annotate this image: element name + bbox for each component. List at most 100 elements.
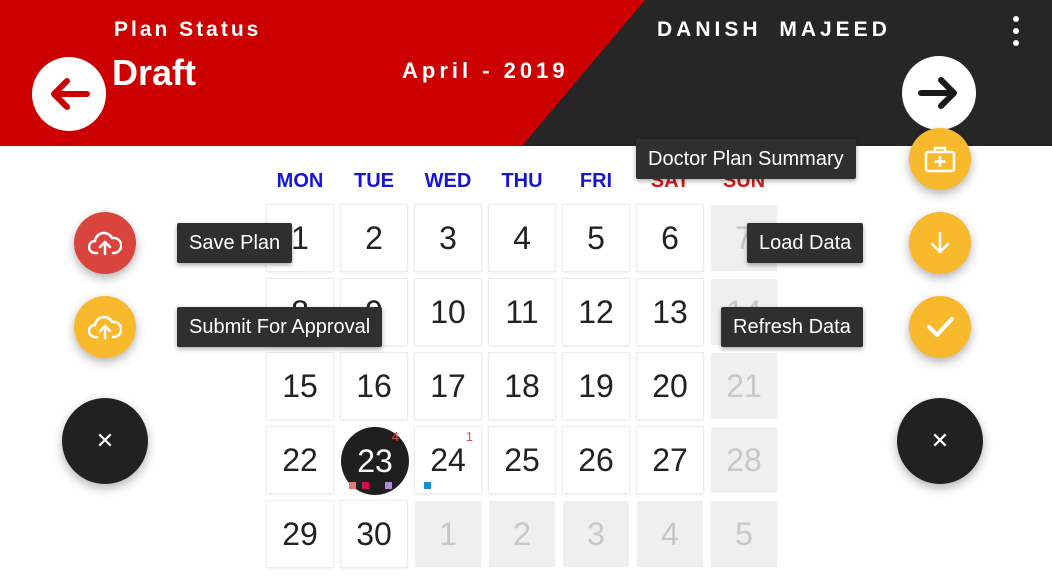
calendar-day[interactable]: 28 (711, 427, 777, 493)
calendar-day[interactable]: 25 (489, 427, 555, 493)
day-number: 5 (735, 515, 753, 552)
month-label: April - 2019 (402, 58, 569, 83)
day-number: 3 (439, 219, 457, 256)
calendar-day[interactable]: 4 (489, 205, 555, 271)
check-icon (927, 317, 954, 337)
save-plan-button[interactable] (74, 212, 136, 274)
calendar-day[interactable]: 4 (637, 501, 703, 567)
calendar-day[interactable]: 6 (637, 205, 703, 271)
day-number: 5 (587, 219, 605, 256)
calendar-day[interactable]: 21 (711, 353, 777, 419)
day-number: 6 (661, 219, 679, 256)
weekday-tue: TUE (354, 170, 394, 192)
calendar-day[interactable]: 11 (489, 279, 555, 345)
day-number: 3 (587, 515, 605, 552)
day-number: 19 (578, 367, 614, 404)
submit-approval-label[interactable]: Submit For Approval (177, 307, 383, 347)
calendar-day[interactable]: 10 (415, 279, 481, 345)
day-number: 25 (504, 441, 540, 478)
event-marker (362, 482, 369, 489)
day-number: 26 (578, 441, 614, 478)
calendar-day[interactable]: 15 (267, 353, 333, 419)
day-number: 22 (282, 441, 318, 478)
day-number: 28 (726, 441, 762, 478)
calendar-day[interactable]: 26 (563, 427, 629, 493)
medical-kit-icon (924, 146, 956, 173)
event-marker (349, 482, 356, 489)
calendar-day[interactable]: 13 (637, 279, 703, 345)
calendar-day[interactable]: 17 (415, 353, 481, 419)
load-data-label[interactable]: Load Data (747, 223, 864, 263)
event-marker (385, 482, 392, 489)
refresh-data-label[interactable]: Refresh Data (721, 307, 863, 347)
day-number: 4 (661, 515, 679, 552)
doctor-plan-summary-button[interactable] (909, 128, 971, 190)
app-header: Plan Status Draft April - 2019 DANISH MA… (0, 0, 1052, 146)
calendar-day[interactable]: 18 (489, 353, 555, 419)
more-vertical-icon[interactable] (1006, 16, 1026, 46)
event-marker (424, 482, 431, 489)
cloud-upload-icon (88, 231, 122, 256)
calendar-day[interactable]: 3 (563, 501, 629, 567)
calendar-day[interactable]: 1 (415, 501, 481, 567)
close-icon: ✕ (95, 428, 115, 453)
day-number: 20 (652, 367, 688, 404)
calendar-day[interactable]: 22 (267, 427, 333, 493)
event-count-badge: 4 (391, 429, 399, 444)
day-number: 27 (652, 441, 688, 478)
load-data-button[interactable] (909, 212, 971, 274)
save-plan-label[interactable]: Save Plan (177, 223, 293, 263)
day-number: 17 (430, 367, 466, 404)
arrow-right-icon (918, 77, 957, 109)
day-number: 2 (365, 219, 383, 256)
plan-status-value: Draft (112, 52, 197, 93)
day-number: 12 (578, 293, 614, 330)
refresh-data-button[interactable] (909, 296, 971, 358)
calendar-day[interactable]: 20 (637, 353, 703, 419)
day-number: 21 (726, 367, 762, 404)
cloud-upload-icon (88, 315, 122, 340)
close-right-menu-button[interactable]: ✕ (897, 398, 983, 484)
calendar-day[interactable]: 23 4 (341, 427, 409, 495)
doctor-plan-summary-label[interactable]: Doctor Plan Summary (636, 139, 856, 179)
prev-month-button[interactable] (32, 57, 106, 131)
day-number: 2 (513, 515, 531, 552)
calendar-day[interactable]: 3 (415, 205, 481, 271)
event-count-badge: 1 (465, 429, 473, 444)
day-number: 15 (282, 367, 318, 404)
calendar-day[interactable]: 5 (711, 501, 777, 567)
calendar-day[interactable]: 2 (489, 501, 555, 567)
calendar-day[interactable]: 24 1 (415, 427, 481, 493)
calendar-day[interactable]: 16 (341, 353, 407, 419)
day-number: 16 (356, 367, 392, 404)
day-number: 1 (439, 515, 457, 552)
close-icon: ✕ (930, 428, 950, 453)
close-left-menu-button[interactable]: ✕ (62, 398, 148, 484)
calendar-day[interactable]: 27 (637, 427, 703, 493)
next-month-button[interactable] (902, 56, 976, 130)
weekday-fri: FRI (579, 170, 613, 192)
day-number: 30 (356, 515, 392, 552)
arrow-left-icon (51, 78, 90, 110)
user-name: DANISH MAJEED (657, 18, 891, 41)
day-number: 18 (504, 367, 540, 404)
weekday-mon: MON (276, 170, 324, 192)
day-number: 11 (505, 293, 539, 330)
calendar-day[interactable]: 12 (563, 279, 629, 345)
calendar-day[interactable]: 5 (563, 205, 629, 271)
day-number: 24 (430, 441, 466, 478)
weekday-thu: THU (501, 170, 543, 192)
day-number: 4 (513, 219, 531, 256)
day-number: 1 (291, 219, 309, 256)
day-number: 29 (282, 515, 318, 552)
submit-approval-button[interactable] (74, 296, 136, 358)
calendar-day[interactable]: 29 (267, 501, 333, 567)
calendar-day[interactable]: 30 (341, 501, 407, 567)
calendar-day[interactable]: 19 (563, 353, 629, 419)
weekday-wed: WED (424, 170, 472, 192)
day-number: 13 (652, 293, 688, 330)
plan-status-label: Plan Status (114, 18, 262, 41)
calendar-day[interactable]: 2 (341, 205, 407, 271)
arrow-down-icon (930, 231, 950, 254)
day-number: 10 (430, 293, 466, 330)
